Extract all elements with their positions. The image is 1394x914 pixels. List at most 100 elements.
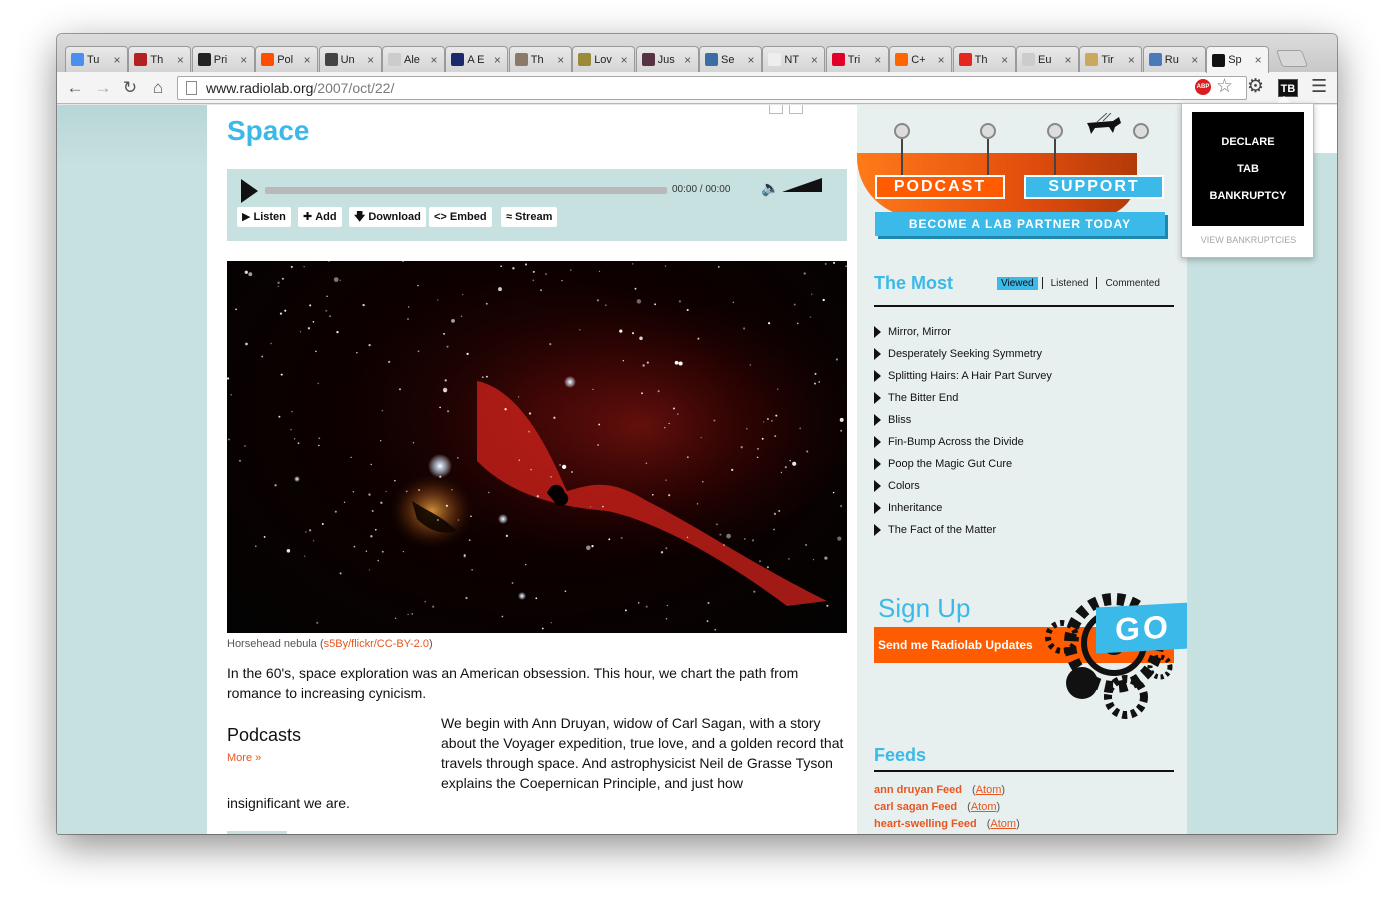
feed-link[interactable]: carl sagan Feed [874,801,957,813]
browser-tab[interactable]: NT × [762,46,826,72]
view-bankruptcies-link[interactable]: VIEW BANKRUPTCIES [1182,235,1315,245]
close-icon[interactable]: × [1125,53,1137,67]
tab-bankruptcy-extension-button[interactable]: TB [1278,79,1298,97]
address-bar[interactable]: www.radiolab.org/2007/oct/22/ [177,76,1247,100]
browser-tab[interactable]: Un × [318,46,382,72]
star [646,361,649,364]
browser-tab[interactable]: Pol × [255,46,319,72]
list-item[interactable]: Bliss [874,409,1174,431]
close-icon[interactable]: × [491,53,503,67]
browser-tab[interactable]: Lov × [572,46,636,72]
close-icon[interactable]: × [174,53,186,67]
close-icon[interactable]: × [301,53,313,67]
close-icon[interactable]: × [745,53,757,67]
new-tab-button[interactable] [1275,50,1309,67]
star [437,299,439,301]
close-icon[interactable]: × [1062,53,1074,67]
listen-button[interactable]: ▶ Listen [237,207,291,227]
podcast-button[interactable]: PODCAST [875,175,1005,199]
play-icon[interactable] [241,179,258,203]
browser-tab[interactable]: Th × [952,46,1016,72]
browser-tab[interactable]: A E × [445,46,509,72]
star [485,302,488,305]
browser-tab[interactable]: Pri × [191,46,255,72]
atom-link[interactable]: Atom [976,784,1002,796]
list-item[interactable]: The Fact of the Matter [874,519,1174,541]
browser-tab[interactable]: C+ × [889,46,953,72]
browser-tab[interactable]: Tri × [825,46,889,72]
star [756,456,759,459]
gear-icon[interactable]: ⚙ [1247,75,1264,98]
close-icon[interactable]: × [365,53,377,67]
list-item[interactable]: Colors [874,475,1174,497]
browser-tab[interactable]: Tu × [65,46,128,72]
list-item[interactable]: Mirror, Mirror [874,321,1174,343]
tab-listened[interactable]: Listened [1047,277,1093,290]
add-button[interactable]: ✚ Add [298,207,342,227]
download-button[interactable]: 🡇 Download [349,207,426,227]
atom-link[interactable]: Atom [971,801,997,813]
atom-link[interactable]: Atom [990,818,1016,830]
forward-arrow-icon[interactable]: → [93,78,113,98]
close-icon[interactable]: × [618,53,630,67]
browser-tab[interactable]: Se × [699,46,762,72]
star [812,558,815,561]
tab-commented[interactable]: Commented [1101,277,1163,290]
browser-tab[interactable]: Jus × [635,46,699,72]
lab-partner-button[interactable]: BECOME A LAB PARTNER TODAY [875,212,1165,236]
list-item[interactable]: Inheritance [874,497,1174,519]
star [325,309,328,312]
browser-tab[interactable]: Ru × [1142,46,1206,72]
browser-tab[interactable]: Th × [128,46,192,72]
adblock-icon[interactable]: ABP [1195,79,1211,95]
embed-button[interactable]: <> Embed [429,207,492,227]
star [696,503,699,505]
tab-viewed[interactable]: Viewed [997,277,1038,290]
list-item[interactable]: Desperately Seeking Symmetry [874,343,1174,365]
close-icon[interactable]: × [808,53,820,67]
progress-bar[interactable] [265,187,667,194]
back-arrow-icon[interactable]: ← [65,78,85,98]
stream-button[interactable]: ≈ Stream [501,207,558,227]
the-most-list: Mirror, Mirror Desperately Seeking Symmet… [874,321,1174,541]
star [443,332,446,335]
close-icon[interactable]: × [935,53,947,67]
volume-icon[interactable]: 🔈 [761,179,780,197]
browser-tab[interactable]: Eu × [1016,46,1079,72]
bookmark-star-icon[interactable]: ☆ [1216,75,1233,98]
star [845,265,847,268]
tab-title: Tri [847,53,861,66]
list-item[interactable]: The Bitter End [874,387,1174,409]
share-icons[interactable] [769,105,809,114]
close-icon[interactable]: × [682,53,694,67]
browser-tab[interactable]: Th × [508,46,572,72]
close-icon[interactable]: × [1252,53,1264,67]
close-icon[interactable]: × [238,53,250,67]
list-item[interactable]: Fin-Bump Across the Divide [874,431,1174,453]
go-button[interactable]: GO [1096,602,1190,654]
close-icon[interactable]: × [428,53,440,67]
close-icon[interactable]: × [999,53,1011,67]
close-icon[interactable]: × [111,53,123,67]
list-item[interactable]: Poop the Magic Gut Cure [874,453,1174,475]
browser-tab[interactable]: Ale × [382,46,445,72]
browser-tab[interactable]: Sp × [1206,46,1270,73]
more-link[interactable]: More » [227,752,261,764]
close-icon[interactable]: × [555,53,567,67]
feed-link[interactable]: heart-swelling Feed [874,818,977,830]
menu-icon[interactable]: ☰ [1311,76,1327,97]
close-icon[interactable]: × [872,53,884,67]
reload-icon[interactable]: ↻ [120,78,140,98]
star [774,435,777,438]
declare-tab-bankruptcy-button[interactable]: DECLARE TAB BANKRUPTCY [1192,112,1304,226]
feed-link[interactable]: ann druyan Feed [874,784,962,796]
browser-tab[interactable]: Tir × [1079,46,1143,72]
home-icon[interactable]: ⌂ [148,78,168,98]
support-button[interactable]: SUPPORT [1024,175,1164,199]
triangle-bullet-icon [874,370,881,382]
star [291,410,293,413]
close-icon[interactable]: × [1189,53,1201,67]
image-credit-link[interactable]: s5By/flickr/CC-BY-2.0 [324,638,429,650]
volume-slider[interactable] [782,178,822,192]
list-item[interactable]: Splitting Hairs: A Hair Part Survey [874,365,1174,387]
